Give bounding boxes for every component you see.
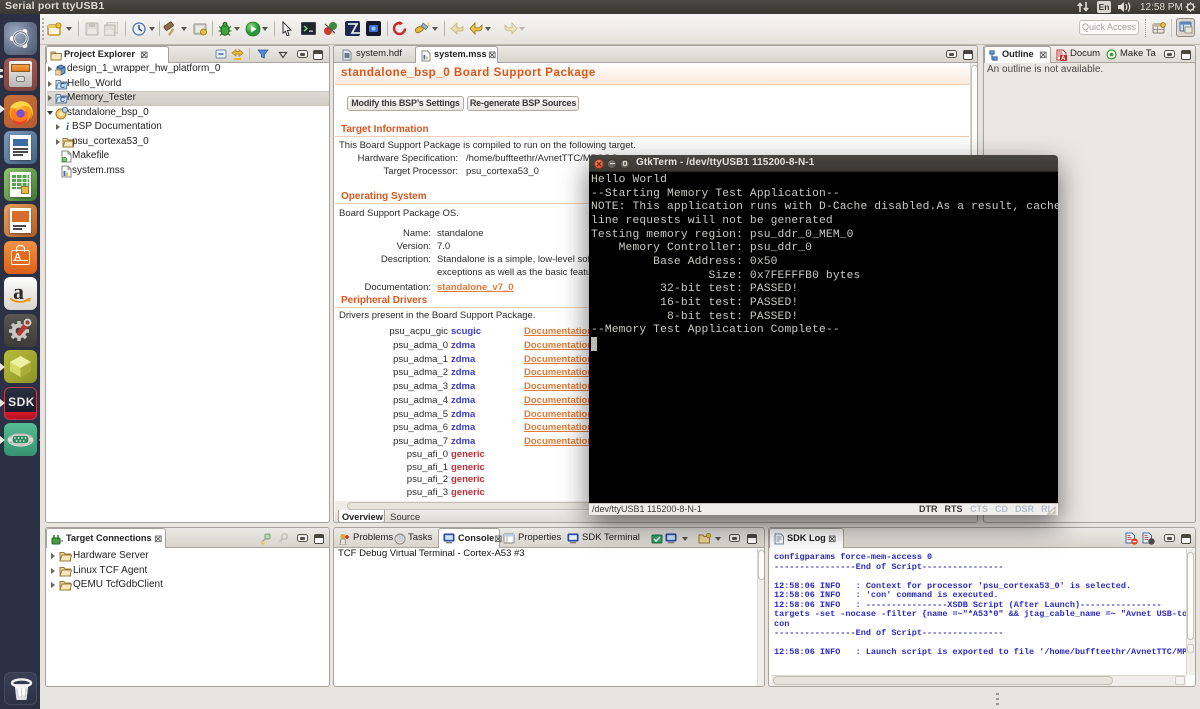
svg-text:C: C bbox=[60, 83, 65, 90]
svg-text:C: C bbox=[60, 97, 65, 104]
svg-text:A: A bbox=[1061, 56, 1066, 61]
